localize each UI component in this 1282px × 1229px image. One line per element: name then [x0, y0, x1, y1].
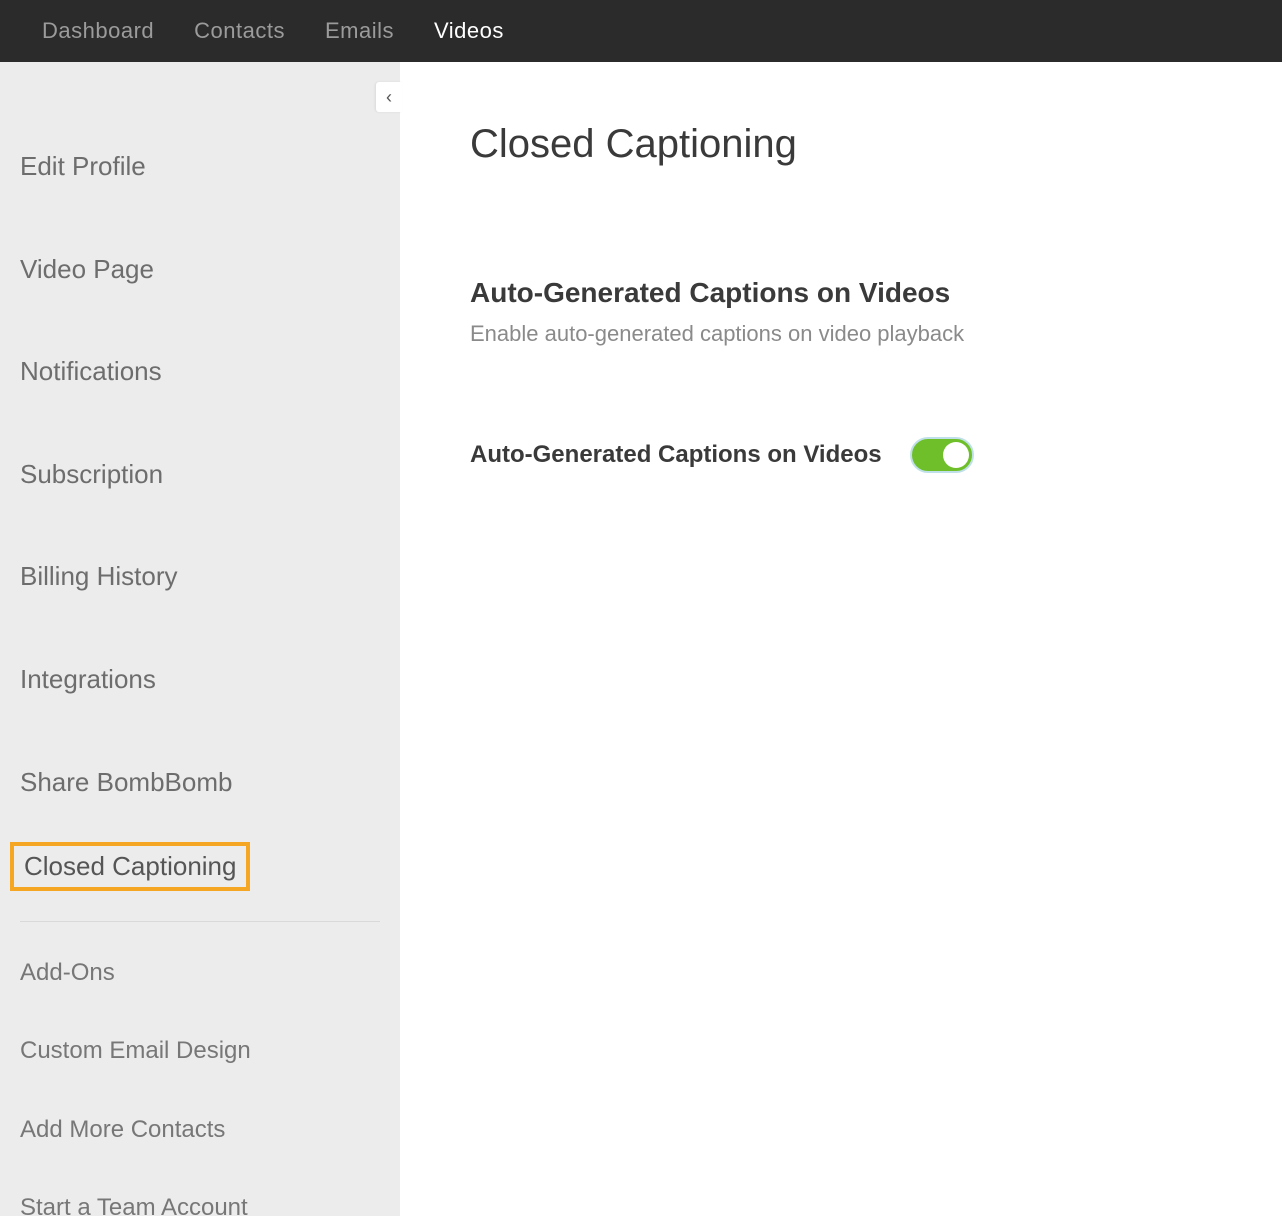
- sidebar-item-video-page[interactable]: Video Page: [0, 233, 400, 306]
- sidebar-item-notifications[interactable]: Notifications: [0, 335, 400, 408]
- sidebar-divider: [20, 921, 380, 922]
- sidebar-item-add-more-contacts[interactable]: Add More Contacts: [0, 1109, 400, 1151]
- auto-captions-toggle-row: Auto-Generated Captions on Videos: [470, 437, 1282, 473]
- sidebar-item-custom-email-design[interactable]: Custom Email Design: [0, 1030, 400, 1072]
- nav-dashboard[interactable]: Dashboard: [42, 18, 154, 44]
- page-title: Closed Captioning: [470, 122, 1282, 167]
- main-content: Closed Captioning Auto-Generated Caption…: [400, 62, 1282, 1216]
- section-description: Enable auto-generated captions on video …: [470, 321, 1282, 347]
- sidebar-item-subscription[interactable]: Subscription: [0, 438, 400, 511]
- section-title: Auto-Generated Captions on Videos: [470, 277, 1282, 309]
- auto-captions-toggle[interactable]: [910, 437, 974, 473]
- auto-captions-toggle-label: Auto-Generated Captions on Videos: [470, 441, 882, 469]
- sidebar-item-add-ons[interactable]: Add-Ons: [0, 952, 400, 994]
- sidebar-item-billing-history[interactable]: Billing History: [0, 540, 400, 613]
- top-nav: Dashboard Contacts Emails Videos: [0, 0, 1282, 62]
- sidebar-item-edit-profile[interactable]: Edit Profile: [0, 130, 400, 203]
- sidebar-item-closed-captioning[interactable]: Closed Captioning: [10, 842, 250, 891]
- sidebar-collapse-button[interactable]: ‹: [376, 82, 402, 112]
- sidebar-item-share-bombbomb[interactable]: Share BombBomb: [0, 746, 400, 819]
- nav-emails[interactable]: Emails: [325, 18, 394, 44]
- sidebar-item-integrations[interactable]: Integrations: [0, 643, 400, 716]
- sidebar-item-start-team-account[interactable]: Start a Team Account: [0, 1187, 400, 1229]
- nav-contacts[interactable]: Contacts: [194, 18, 285, 44]
- nav-videos[interactable]: Videos: [434, 18, 504, 44]
- chevron-left-icon: ‹: [386, 87, 392, 108]
- sidebar: ‹ Edit Profile Video Page Notifications …: [0, 62, 400, 1216]
